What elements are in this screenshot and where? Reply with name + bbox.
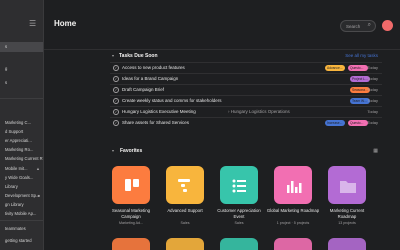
sidebar-item-label: s	[5, 44, 8, 49]
task-due-date: Today	[367, 120, 378, 125]
favorite-project-meta: 1 project · 5 projects	[276, 221, 310, 225]
task-checkbox-icon[interactable]: ✓	[113, 98, 119, 104]
favorite-project-meta: Marketing Ad...	[119, 221, 143, 225]
search-input[interactable]: Search ⌕	[340, 20, 376, 32]
task-name: Share assets for Shared Services	[122, 120, 190, 125]
favorite-project-name[interactable]: Customer Appreciation Event	[212, 208, 266, 219]
favorite-project-tile[interactable]	[166, 238, 204, 250]
favorite-project-tile[interactable]	[328, 166, 366, 204]
task-due-date: Today	[367, 87, 378, 92]
search-icon: ⌕	[367, 22, 371, 28]
favorites-title: Favorites	[120, 148, 143, 154]
chart-icon	[287, 181, 302, 193]
task-checkbox-icon[interactable]: ✓	[113, 65, 119, 71]
task-due-date: Today	[367, 76, 378, 81]
page-title: Home	[54, 19, 77, 28]
project-tag[interactable]: Questo...	[348, 65, 368, 71]
sidebar: ☰ s g s Marketing C... d Support er Appr…	[0, 0, 44, 250]
sidebar-item-label: Marketing Current R...	[5, 156, 44, 161]
favorite-project-tile[interactable]	[328, 238, 366, 250]
top-bar: Home Search ⌕	[44, 0, 400, 50]
tasks-title: Tasks Due Soon	[119, 53, 158, 59]
favorite-project-name[interactable]: Seasonal Marketing Campaign	[104, 208, 158, 219]
folder-icon	[340, 181, 356, 193]
sidebar-item-project[interactable]: tivity Mobile Ap...	[0, 209, 43, 219]
favorites-header: ▾ Favorites ▦	[110, 146, 382, 156]
sidebar-item-label: getting started	[5, 238, 32, 243]
task-row[interactable]: ✓ Access to new product features Advance..…	[110, 62, 382, 72]
favorite-project-name[interactable]: Marketing Current Roadmap	[320, 208, 374, 219]
task-due-date: Today	[367, 109, 378, 114]
timeline-icon	[178, 179, 190, 192]
tasks-header: ▾ Tasks Due Soon See all my tasks	[110, 50, 382, 62]
favorite-project-meta: 13 projects	[338, 221, 356, 225]
project-tag[interactable]: Questo...	[348, 120, 368, 126]
favorite-project-tile[interactable]	[220, 238, 258, 250]
task-row[interactable]: ✓ Hungary Logistics Executive Meeting › Hu…	[110, 106, 382, 116]
task-project: › Hungary Logistics Operations	[228, 109, 290, 114]
tasks-due-soon-widget: ▾ Tasks Due Soon See all my tasks ✓ Acces…	[110, 50, 382, 136]
favorite-project-name[interactable]: Global Marketing Roadmap	[266, 208, 320, 214]
task-name: Draft Campaign Brief	[122, 87, 165, 92]
sidebar-invite-teammates[interactable]: teammates	[0, 224, 43, 234]
favorite-project-tile[interactable]	[274, 166, 312, 204]
task-due-date: Today	[367, 65, 378, 70]
sidebar-collapse-icon[interactable]: ☰	[29, 20, 39, 28]
project-tag[interactable]: Increase...	[325, 120, 345, 126]
task-checkbox-icon[interactable]: ✓	[113, 87, 119, 93]
sidebar-getting-started[interactable]: getting started	[0, 236, 43, 246]
search-placeholder: Search	[346, 24, 361, 29]
sidebar-item-project[interactable]: Marketing Current R...	[0, 154, 44, 164]
sidebar-item-label: s	[5, 80, 8, 85]
favorite-project-meta: Sales	[180, 221, 190, 225]
task-name: Create weekly status and comms for stake…	[122, 98, 222, 103]
collapse-caret-icon[interactable]: ▾	[112, 53, 114, 58]
task-checkbox-icon[interactable]: ✓	[113, 120, 119, 126]
sidebar-item-label: tivity Mobile Ap...	[5, 211, 37, 216]
sidebar-item[interactable]: g	[0, 64, 43, 74]
board-icon	[125, 179, 139, 191]
project-tag[interactable]: Advance...	[325, 65, 345, 71]
task-checkbox-icon[interactable]: ✓	[113, 109, 119, 115]
task-name: Ideas for a Brand Campaign	[122, 76, 179, 81]
task-checkbox-icon[interactable]: ✓	[113, 76, 119, 82]
grid-view-icon[interactable]: ▦	[373, 148, 378, 154]
task-row[interactable]: ✓ Share assets for Shared Services Increas…	[110, 117, 382, 127]
favorite-project-tile[interactable]	[220, 166, 258, 204]
task-row[interactable]: ✓ Create weekly status and comms for stak…	[110, 95, 382, 105]
list-icon	[232, 179, 246, 193]
collapse-caret-icon[interactable]: ▾	[112, 148, 114, 153]
sidebar-item-home[interactable]: s	[0, 42, 43, 52]
favorite-project-tile[interactable]	[112, 166, 150, 204]
sidebar-item-label: g	[5, 66, 8, 71]
task-due-date: Today	[367, 98, 378, 103]
task-name: Hungary Logistics Executive Meeting	[122, 109, 196, 114]
task-name: Access to new product features	[122, 65, 185, 70]
favorite-project-meta: Sales	[234, 221, 244, 225]
sidebar-divider	[0, 98, 43, 99]
sidebar-item[interactable]: s	[0, 78, 43, 88]
sidebar-item[interactable]	[0, 54, 43, 64]
favorite-project-name[interactable]: Advanced Support	[158, 208, 212, 214]
favorite-project-tile[interactable]	[166, 166, 204, 204]
sidebar-item-label: teammates	[5, 226, 26, 231]
sidebar-divider	[0, 220, 43, 221]
task-row[interactable]: ✓ Ideas for a Brand Campaign Project L... T…	[110, 73, 382, 83]
favorite-project-tile[interactable]	[274, 238, 312, 250]
avatar[interactable]	[382, 20, 393, 31]
see-all-tasks-link[interactable]: See all my tasks	[345, 53, 378, 58]
task-row[interactable]: ✓ Draft Campaign Brief Seasona... Today	[110, 84, 382, 94]
favorite-project-tile[interactable]	[112, 238, 150, 250]
